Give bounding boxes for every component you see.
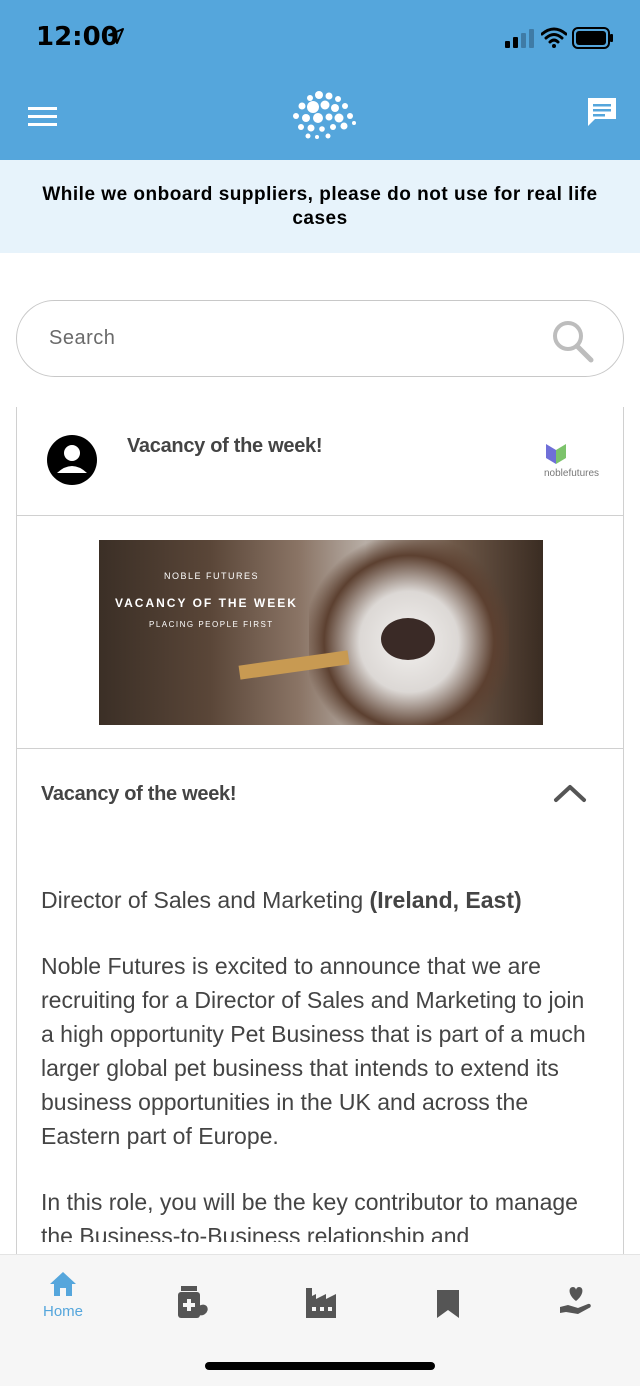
nav-item-bookmarks[interactable] — [398, 1255, 498, 1345]
paragraph-2: In this role, you will be the key contri… — [41, 1189, 578, 1242]
card-header: Vacancy of the week! noblefutures — [17, 407, 623, 516]
top-app-bar: 12:00 — [0, 0, 640, 160]
brand-name: noblefutures — [544, 468, 600, 479]
vacancy-banner-image[interactable]: NOBLE FUTURES VACANCY OF THE WEEK PLACIN… — [99, 540, 543, 725]
banner-line-3: PLACING PEOPLE FIRST — [149, 620, 274, 629]
job-title: Director of Sales and Marketing — [41, 887, 364, 913]
card-title: Vacancy of the week! — [127, 435, 323, 457]
nav-item-care[interactable] — [526, 1255, 626, 1345]
paragraph-1: Noble Futures is excited to announce tha… — [41, 953, 586, 1149]
battery-icon — [572, 27, 613, 49]
nav-item-home[interactable]: Home — [13, 1255, 113, 1345]
hamburger-menu-icon[interactable] — [28, 106, 58, 128]
care-hand-icon — [560, 1287, 591, 1314]
noblefutures-logo-icon — [546, 444, 566, 464]
app-logo-icon — [293, 91, 356, 139]
avatar-icon[interactable] — [45, 433, 99, 487]
job-heading: Director of Sales and Marketing (Ireland… — [41, 883, 601, 917]
notice-text: While we onboard suppliers, please do no… — [42, 183, 598, 229]
job-region: (Ireland, East) — [369, 887, 522, 913]
card-content: Vacancy of the week! noblefutures NOBLE … — [17, 407, 623, 1242]
chevron-up-icon[interactable] — [553, 782, 587, 804]
search-icon[interactable] — [551, 319, 595, 363]
nav-item-factory[interactable] — [270, 1255, 370, 1345]
bookmark-icon — [437, 1290, 459, 1318]
banner-line-1: NOBLE FUTURES — [164, 571, 260, 581]
cellular-signal-icon — [505, 29, 534, 48]
nav-label-home: Home — [42, 1303, 83, 1320]
vacancy-description: Director of Sales and Marketing (Ireland… — [41, 883, 601, 1242]
home-indicator — [205, 1362, 435, 1370]
vacancy-card: Vacancy of the week! noblefutures NOBLE … — [16, 407, 624, 1287]
wifi-icon — [541, 27, 567, 48]
notice-banner: While we onboard suppliers, please do no… — [0, 160, 640, 253]
search-field[interactable]: Search — [16, 300, 624, 377]
factory-icon — [306, 1288, 336, 1318]
home-icon — [50, 1272, 76, 1296]
banner-line-2: VACANCY OF THE WEEK — [115, 596, 298, 610]
search-placeholder[interactable]: Search — [49, 327, 115, 350]
medicine-icon — [178, 1286, 208, 1318]
status-time: 12:00 — [36, 22, 119, 52]
location-arrow-icon — [108, 28, 124, 44]
banner-dog-nose — [381, 618, 435, 660]
chat-icon[interactable] — [586, 96, 618, 128]
nav-item-medicine[interactable] — [141, 1255, 241, 1345]
card-image-section: NOBLE FUTURES VACANCY OF THE WEEK PLACIN… — [17, 516, 623, 749]
section-title: Vacancy of the week! — [41, 783, 237, 805]
